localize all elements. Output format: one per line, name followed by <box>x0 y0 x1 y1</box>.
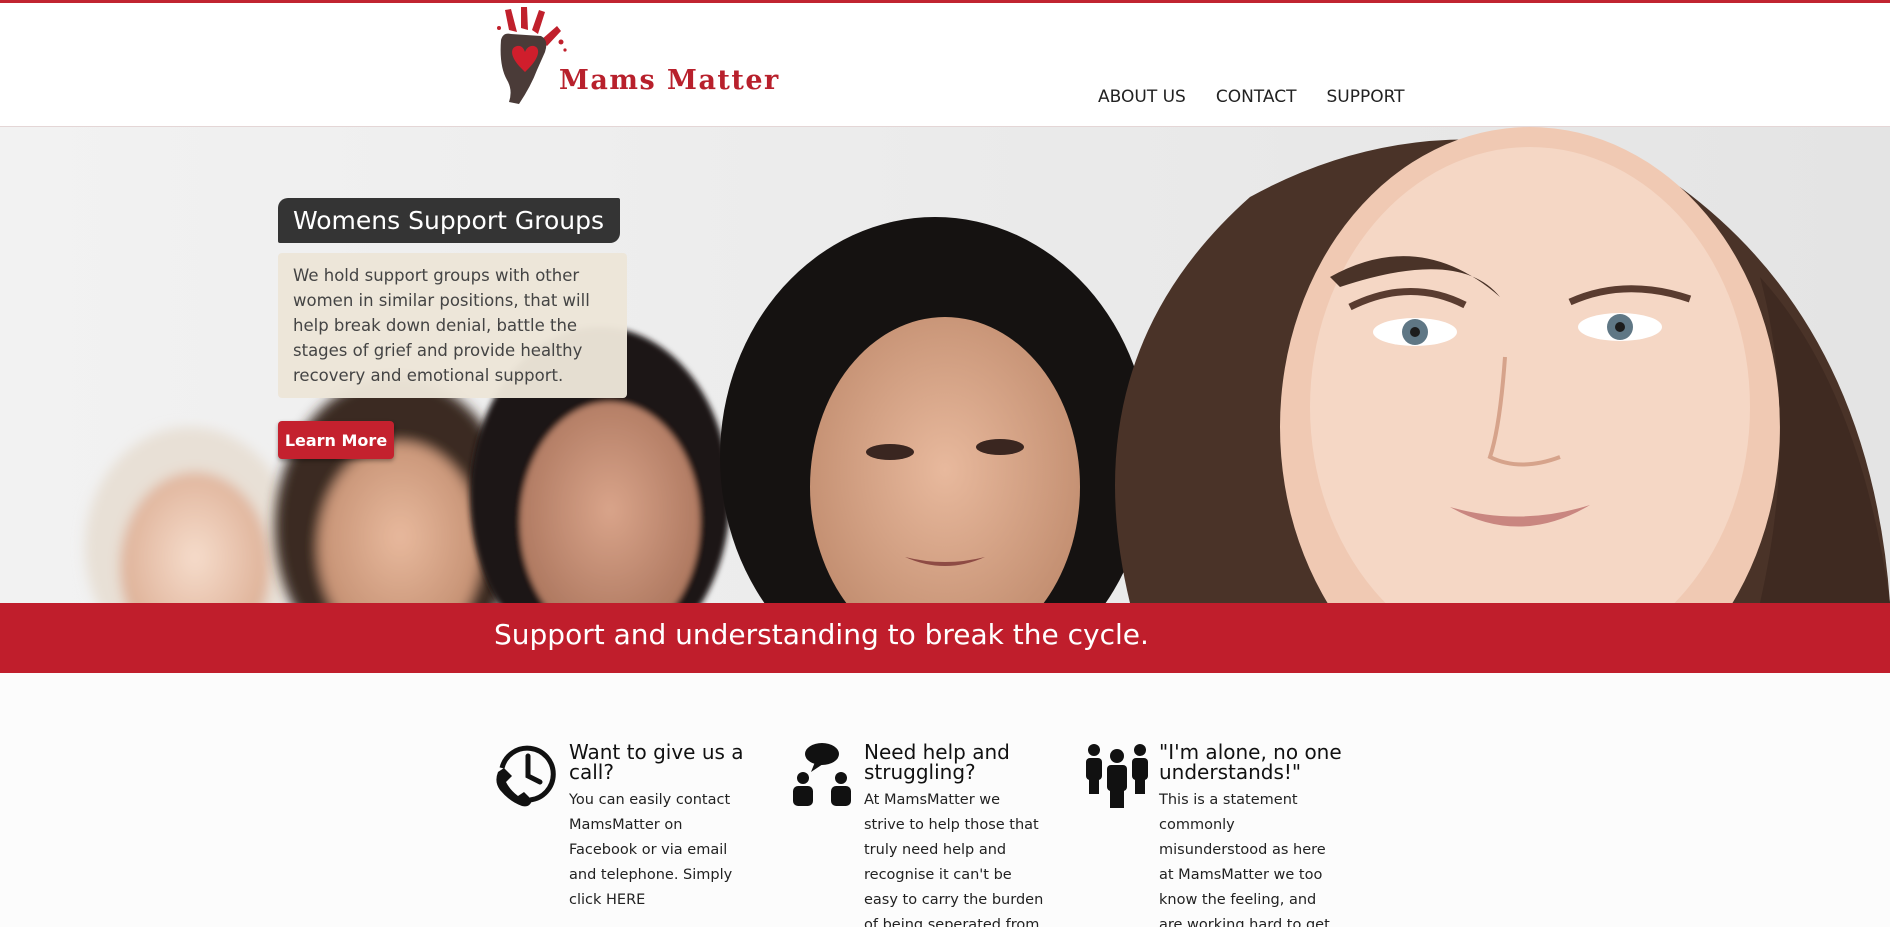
site-header: Mams Matter ABOUT US CONTACT SUPPORT <box>0 3 1890 127</box>
nav-support[interactable]: SUPPORT <box>1326 87 1404 107</box>
feature-alone-text: This is a statement commonly misundersto… <box>1159 792 1330 927</box>
tagline-text: Support and understanding to break the c… <box>494 618 1149 651</box>
people-talking-icon <box>793 743 851 806</box>
feature-alone-title: "I'm alone, no one understands!" <box>1159 740 1342 784</box>
logo[interactable]: Mams Matter <box>495 6 815 111</box>
feature-help-text: At MamsMatter we strive to help those th… <box>864 792 1044 927</box>
phone-clock-icon <box>496 745 556 807</box>
feature-call-text: You can easily contact MamsMatter on Fac… <box>569 792 733 908</box>
hero-title: Womens Support Groups <box>278 198 621 243</box>
brand-name: Mams Matter <box>559 65 780 96</box>
feature-call-title: Want to give us a call? <box>569 740 744 784</box>
features-section: Want to give us a call? You can easily c… <box>0 673 1890 927</box>
hero-description: We hold support groups with other women … <box>278 253 627 398</box>
group-people-icon <box>1086 744 1148 808</box>
nav-contact[interactable]: CONTACT <box>1216 87 1297 107</box>
tagline-banner: Support and understanding to break the c… <box>0 603 1890 673</box>
nav-about-us[interactable]: ABOUT US <box>1098 87 1186 107</box>
hero-slider: Womens Support Groups We hold support gr… <box>0 127 1890 603</box>
feature-help-title: Need help and struggling? <box>864 740 1010 784</box>
learn-more-button[interactable]: Learn More <box>278 421 394 459</box>
main-nav: ABOUT US CONTACT SUPPORT <box>1098 87 1435 107</box>
